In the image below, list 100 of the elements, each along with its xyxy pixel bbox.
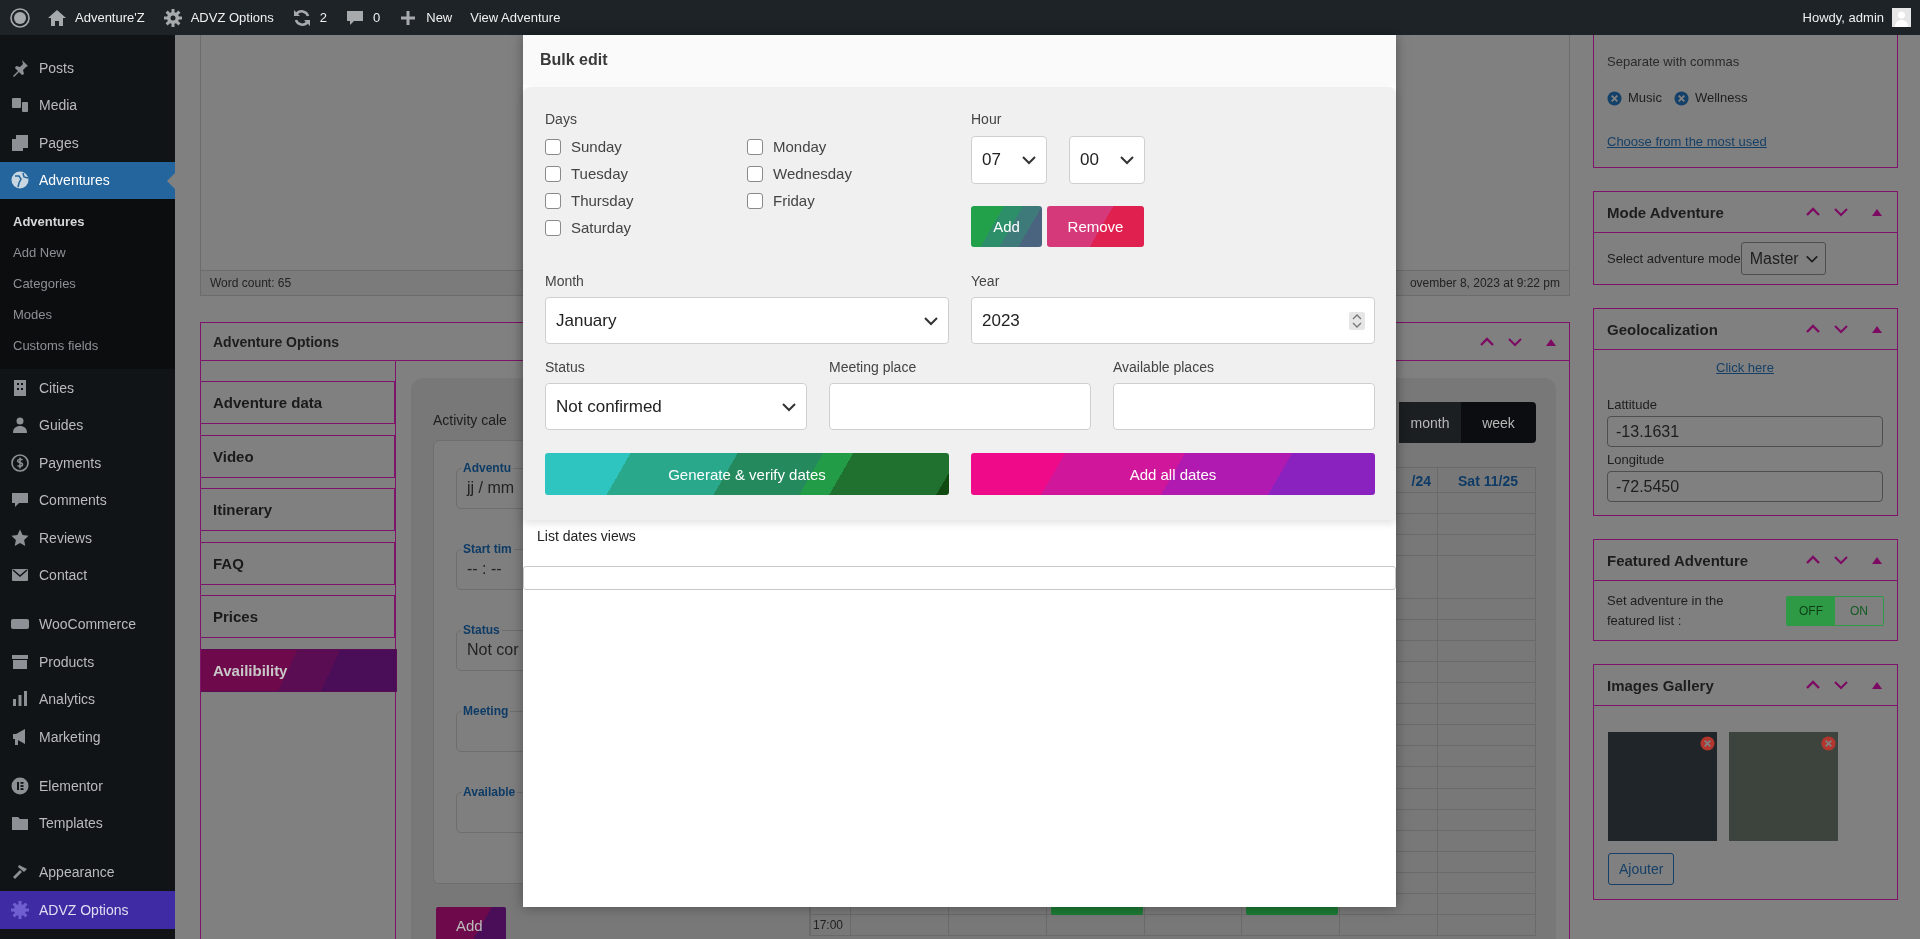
field-label: Set adventure in the featured list : (1607, 591, 1725, 630)
comments-link[interactable]: 0 (336, 0, 390, 35)
checkbox-label: Tuesday (571, 165, 628, 182)
view-link[interactable]: View Adventure (461, 0, 570, 35)
checkbox[interactable] (545, 165, 561, 182)
menu-item[interactable]: Guides (0, 406, 175, 444)
home-icon (47, 7, 67, 28)
dollar-icon (10, 452, 30, 473)
avatar-icon (1892, 8, 1911, 27)
menu-item[interactable]: Products (0, 643, 175, 681)
mode-select[interactable]: Master (1740, 242, 1826, 275)
new-link[interactable]: New (389, 0, 462, 35)
field-label: Available places (1113, 358, 1215, 377)
add-button[interactable]: Add (971, 206, 1042, 247)
checkbox-label: Monday (773, 138, 827, 155)
checkbox-label: Thursday (571, 192, 634, 209)
month-select[interactable]: January (545, 297, 949, 344)
menu-item[interactable]: Posts (0, 49, 175, 87)
box-title: Images Gallery (1607, 676, 1714, 694)
add-button[interactable]: Add (436, 907, 506, 939)
checkbox[interactable] (545, 138, 561, 155)
checkbox[interactable] (545, 192, 561, 209)
hour-select[interactable]: 07 (971, 136, 1047, 184)
tab[interactable]: Prices (201, 595, 395, 639)
menu-item[interactable]: Media (0, 86, 175, 124)
tab[interactable]: FAQ (201, 541, 395, 585)
logo-icon (10, 7, 30, 28)
triangle-icon (1871, 207, 1883, 217)
field-label: Select adventure mode (1607, 251, 1741, 266)
view-button[interactable]: month (1399, 402, 1461, 443)
panel-title: Adventure Options (213, 333, 339, 350)
minute-select[interactable]: 00 (1069, 136, 1145, 184)
updates-link[interactable]: 2 (282, 0, 336, 35)
day-header: /24 (1411, 472, 1432, 489)
submenu-item[interactable]: Add New (0, 237, 175, 268)
triangle-icon (1871, 680, 1883, 690)
year-field[interactable]: 2023 (971, 297, 1375, 344)
checkbox-label: Friday (773, 192, 815, 209)
menu-item[interactable]: Reviews (0, 519, 175, 557)
section-heading: Activity cale (433, 411, 507, 430)
checkbox[interactable] (747, 165, 763, 182)
menu-item[interactable]: WooCommerce (0, 605, 175, 643)
tab[interactable]: Itinerary (201, 488, 395, 532)
box-title: Featured Adventure (1607, 551, 1749, 569)
menu-item[interactable]: Payments (0, 444, 175, 482)
last-edited: ovember 8, 2023 at 9:22 pm (1409, 276, 1560, 290)
field-label: Lattitude (1607, 396, 1658, 414)
menu-item[interactable]: Analytics (0, 680, 175, 718)
options-link[interactable]: ADVZ Options (153, 0, 283, 35)
submenu-item[interactable]: Categories (0, 268, 175, 299)
remove-button[interactable]: Remove (1047, 206, 1144, 247)
view-button[interactable]: week (1461, 402, 1536, 443)
menu-item[interactable]: ADVZ Options (0, 891, 175, 929)
add-all-button[interactable]: Add all dates (971, 453, 1375, 495)
checkbox-label: Wednesday (773, 165, 852, 182)
x-circle-icon (1821, 736, 1836, 751)
tab[interactable]: Adventure data (201, 381, 395, 424)
field-label: Status (545, 358, 586, 377)
generate-button[interactable]: Generate & verify dates (545, 453, 949, 495)
tag-label: Music (1628, 89, 1662, 107)
field-label: Days (545, 110, 578, 129)
checkbox-label: Sunday (571, 138, 622, 155)
checkbox[interactable] (545, 219, 561, 236)
tab[interactable]: Availibility (201, 648, 397, 692)
menu-item[interactable]: Comments (0, 481, 175, 519)
site-name-link[interactable]: Adventure'Z (38, 0, 154, 35)
submenu-item[interactable]: Modes (0, 299, 175, 330)
menu-item[interactable]: Pages (0, 124, 175, 162)
x-circle-icon (1607, 90, 1622, 106)
menu-item[interactable]: Elementor (0, 767, 175, 805)
menu-item[interactable]: Contact (0, 556, 175, 594)
checkbox[interactable] (747, 138, 763, 155)
pages-icon (10, 132, 30, 153)
menu-item[interactable]: Marketing (0, 718, 175, 756)
refresh-icon (291, 7, 312, 28)
tab[interactable]: Video (201, 434, 395, 478)
time-label: 17:00 (812, 916, 844, 932)
longitude-field[interactable]: -72.5450 (1607, 471, 1883, 502)
checkbox[interactable] (747, 192, 763, 209)
circle-icon (10, 775, 30, 796)
field-label: Year (971, 272, 1001, 291)
x-circle-icon (1673, 90, 1689, 106)
checkbox-label: Saturday (571, 219, 632, 236)
account-link[interactable]: Howdy, admin (1793, 0, 1920, 35)
submenu-item[interactable]: Adventures (0, 206, 175, 237)
field-label: Hour (971, 110, 1003, 129)
menu-item[interactable]: Templates (0, 804, 175, 842)
tag-label: Wellness (1694, 89, 1748, 107)
status-select[interactable]: Not confirmed (545, 383, 807, 430)
dates-list-field[interactable] (523, 566, 1396, 590)
field-label: Month (545, 272, 585, 291)
submenu-item[interactable]: Customs fields (0, 330, 175, 361)
modal-title: Bulk edit (540, 51, 608, 69)
menu-item[interactable]: Adventures (0, 161, 175, 199)
menu-item[interactable]: Appearance (0, 853, 175, 891)
hint-text: Separate with commas (1607, 53, 1741, 71)
latitude-field[interactable]: -13.1631 (1607, 416, 1883, 447)
available-places-field[interactable] (1113, 383, 1375, 430)
menu-item[interactable]: Cities (0, 369, 175, 407)
meeting-place-field[interactable] (829, 383, 1091, 430)
